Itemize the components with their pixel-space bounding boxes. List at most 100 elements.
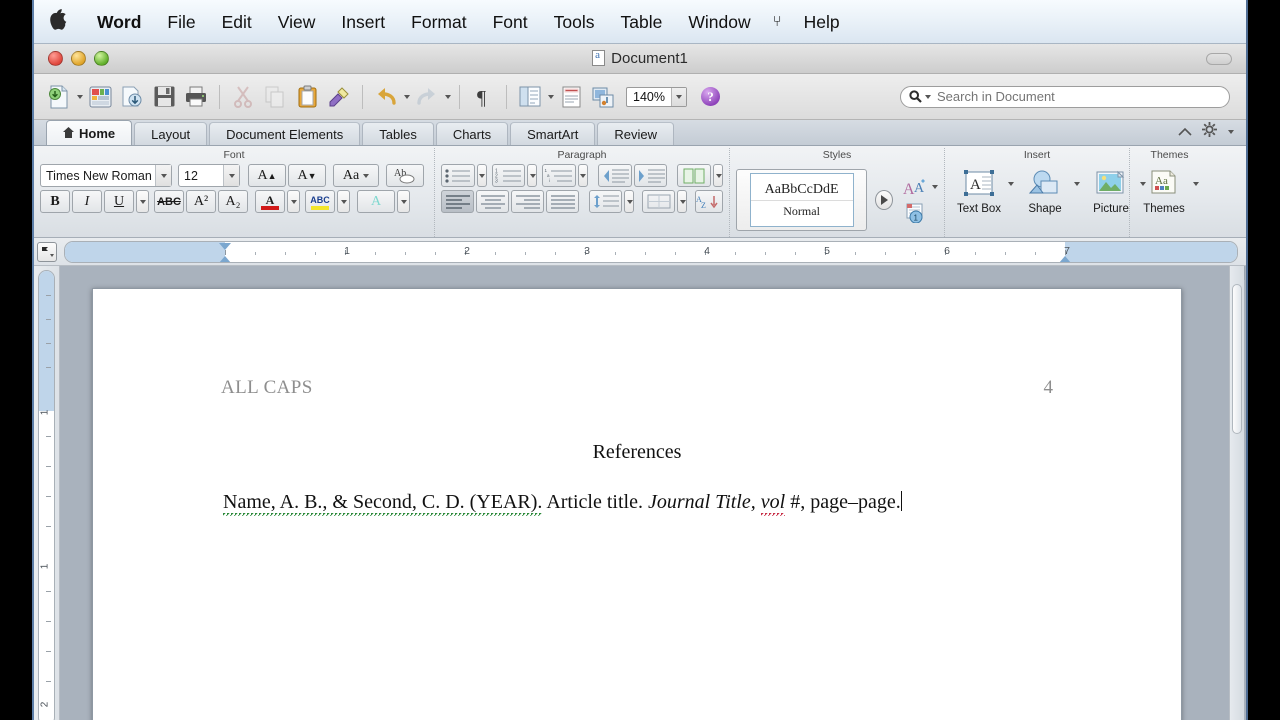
redo-button[interactable] bbox=[412, 81, 442, 113]
menu-item-table[interactable]: Table bbox=[608, 0, 676, 44]
font-name-combo[interactable]: Times New Roman bbox=[40, 164, 172, 187]
font-size-dropdown[interactable] bbox=[223, 165, 239, 186]
gear-caret-icon[interactable] bbox=[1228, 130, 1234, 134]
show-formatting-marks-button[interactable]: ¶ bbox=[468, 81, 498, 113]
underline-dropdown[interactable] bbox=[136, 190, 149, 213]
line-spacing-dropdown[interactable] bbox=[624, 190, 634, 213]
zoom-value[interactable]: 140% bbox=[627, 90, 671, 104]
bullets-button[interactable] bbox=[441, 164, 475, 187]
menu-item-view[interactable]: View bbox=[265, 0, 329, 44]
text-effects-dropdown[interactable] bbox=[397, 190, 410, 213]
italic-button[interactable]: I bbox=[72, 190, 102, 213]
document-canvas[interactable]: ALL CAPS 4 References Name, A. B., & Sec… bbox=[60, 266, 1246, 720]
align-right-button[interactable] bbox=[511, 190, 544, 213]
new-document-caret-icon[interactable] bbox=[77, 95, 83, 99]
gear-icon[interactable] bbox=[1202, 122, 1217, 142]
clear-formatting-button[interactable]: Ab bbox=[386, 164, 424, 187]
zoom-dropdown-button[interactable] bbox=[671, 88, 686, 106]
page-header[interactable]: ALL CAPS 4 bbox=[221, 377, 1053, 399]
copy-button[interactable] bbox=[260, 81, 290, 113]
vertical-scrollbar[interactable] bbox=[1229, 266, 1244, 720]
themes-caret-icon[interactable] bbox=[1193, 182, 1199, 186]
sidebar-toggle-button[interactable] bbox=[515, 81, 545, 113]
numbering-button[interactable]: 123 bbox=[492, 164, 526, 187]
paste-button[interactable] bbox=[292, 81, 322, 113]
columns-dropdown[interactable] bbox=[713, 164, 723, 187]
tab-tables[interactable]: Tables bbox=[362, 122, 434, 145]
tab-stop-icon[interactable] bbox=[37, 242, 57, 262]
menu-item-insert[interactable]: Insert bbox=[328, 0, 398, 44]
tab-document-elements[interactable]: Document Elements bbox=[209, 122, 360, 145]
multilevel-list-dropdown[interactable] bbox=[578, 164, 588, 187]
save-document-button[interactable] bbox=[149, 81, 179, 113]
left-indent-marker[interactable] bbox=[219, 256, 231, 263]
menu-item-script-icon[interactable]: ⑂ bbox=[764, 0, 791, 44]
media-browser-button[interactable] bbox=[588, 81, 618, 113]
menu-item-format[interactable]: Format bbox=[398, 0, 479, 44]
cut-button[interactable] bbox=[228, 81, 258, 113]
document-page[interactable]: ALL CAPS 4 References Name, A. B., & Sec… bbox=[92, 288, 1182, 720]
zoom-button[interactable] bbox=[94, 51, 109, 66]
manage-styles-button[interactable]: A A bbox=[903, 177, 938, 197]
grow-font-button[interactable]: A▲ bbox=[248, 164, 286, 187]
strikethrough-button[interactable]: ABC bbox=[154, 190, 184, 213]
references-heading[interactable]: References bbox=[93, 441, 1181, 464]
tab-review[interactable]: Review bbox=[597, 122, 674, 145]
subscript-button[interactable]: A₂ bbox=[218, 190, 248, 213]
borders-button[interactable] bbox=[642, 190, 675, 213]
text-box-caret-icon[interactable] bbox=[1008, 182, 1014, 186]
menu-item-word[interactable]: Word bbox=[84, 0, 154, 44]
vertical-ruler[interactable]: 1 1 2 bbox=[34, 266, 60, 720]
menu-item-tools[interactable]: Tools bbox=[541, 0, 608, 44]
chevron-up-icon[interactable] bbox=[1178, 123, 1192, 141]
justify-button[interactable] bbox=[546, 190, 579, 213]
undo-caret-icon[interactable] bbox=[404, 95, 410, 99]
search-input[interactable] bbox=[937, 89, 1221, 104]
tab-smartart[interactable]: SmartArt bbox=[510, 122, 595, 145]
decrease-indent-button[interactable] bbox=[598, 164, 632, 187]
menu-item-help[interactable]: Help bbox=[791, 0, 853, 44]
bullets-dropdown[interactable] bbox=[477, 164, 487, 187]
print-document-button[interactable] bbox=[181, 81, 211, 113]
tab-layout[interactable]: Layout bbox=[134, 122, 207, 145]
superscript-button[interactable]: A² bbox=[186, 190, 216, 213]
style-item-normal[interactable]: AaBbCcDdE Normal bbox=[750, 173, 854, 227]
search-box[interactable] bbox=[900, 86, 1230, 108]
header-footer-button[interactable] bbox=[556, 81, 586, 113]
shape-caret-icon[interactable] bbox=[1074, 182, 1080, 186]
borders-dropdown[interactable] bbox=[677, 190, 687, 213]
bold-button[interactable]: B bbox=[40, 190, 70, 213]
right-indent-marker[interactable] bbox=[1059, 256, 1071, 263]
minimize-button[interactable] bbox=[71, 51, 86, 66]
highlight-dropdown[interactable] bbox=[337, 190, 350, 213]
font-size-combo[interactable]: 12 bbox=[178, 164, 240, 187]
text-box-button[interactable]: A Text Box bbox=[951, 166, 1007, 215]
font-color-button[interactable]: A bbox=[255, 190, 285, 213]
align-center-button[interactable] bbox=[476, 190, 509, 213]
menu-item-window[interactable]: Window bbox=[675, 0, 763, 44]
first-line-indent-marker[interactable] bbox=[219, 243, 231, 250]
help-button[interactable]: ? bbox=[701, 87, 720, 106]
sidebar-caret-icon[interactable] bbox=[548, 95, 554, 99]
increase-indent-button[interactable] bbox=[634, 164, 668, 187]
style-inspector-button[interactable]: 1 bbox=[903, 203, 938, 223]
open-gallery-button[interactable] bbox=[85, 81, 115, 113]
multilevel-list-button[interactable]: 1ai bbox=[542, 164, 576, 187]
new-document-button[interactable] bbox=[44, 81, 74, 113]
styles-expand-button[interactable] bbox=[875, 190, 893, 210]
tab-charts[interactable]: Charts bbox=[436, 122, 508, 145]
apple-logo-icon[interactable] bbox=[48, 8, 70, 34]
menu-item-file[interactable]: File bbox=[154, 0, 208, 44]
search-icon[interactable] bbox=[909, 90, 931, 103]
highlight-button[interactable]: ABC bbox=[305, 190, 335, 213]
undo-button[interactable] bbox=[371, 81, 401, 113]
tab-stop-selector[interactable] bbox=[34, 238, 60, 265]
menu-item-font[interactable]: Font bbox=[480, 0, 541, 44]
vertical-scrollbar-thumb[interactable] bbox=[1232, 284, 1242, 434]
close-button[interactable] bbox=[48, 51, 63, 66]
font-name-dropdown[interactable] bbox=[155, 165, 171, 186]
zoom-control[interactable]: 140% bbox=[626, 87, 687, 107]
horizontal-ruler[interactable]: 1 2 3 4 5 6 7 bbox=[64, 241, 1238, 263]
menu-item-edit[interactable]: Edit bbox=[209, 0, 265, 44]
text-effects-button[interactable]: A bbox=[357, 190, 395, 213]
